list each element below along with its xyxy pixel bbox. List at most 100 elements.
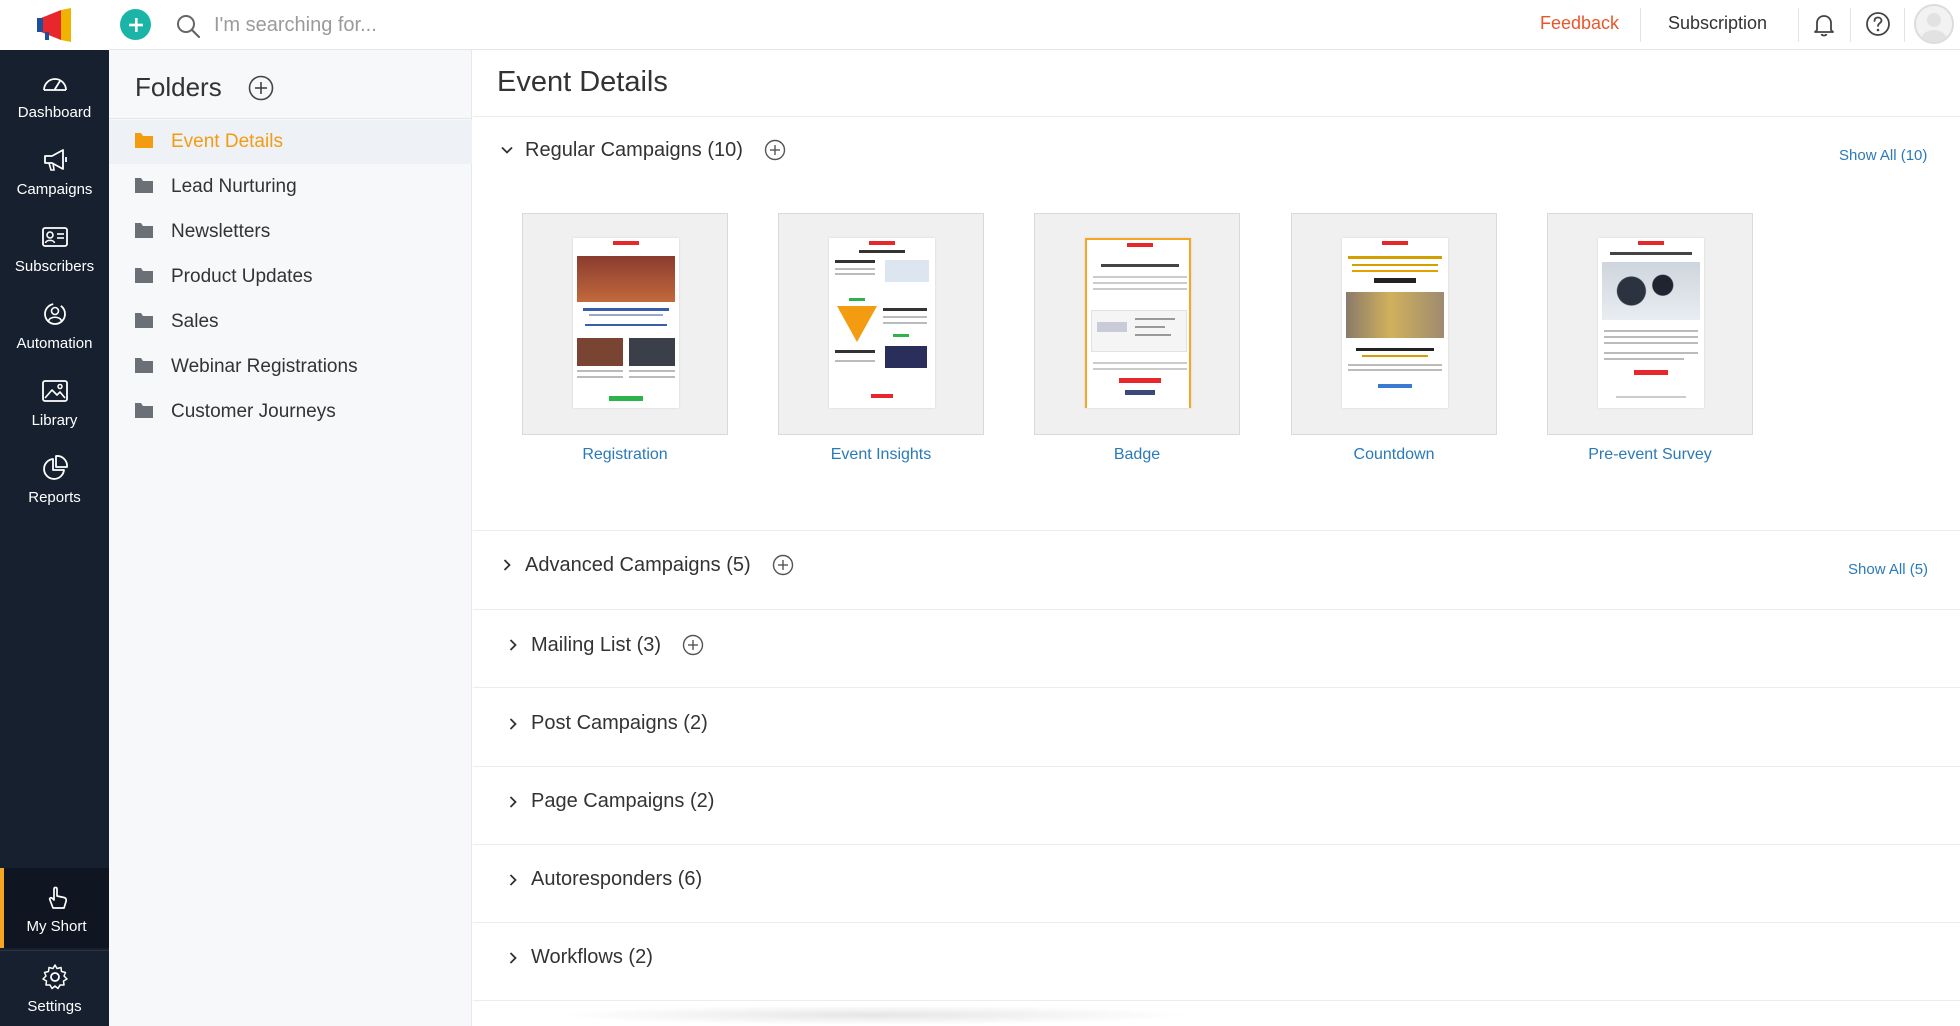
campaign-card-pre-event-survey[interactable] bbox=[1547, 213, 1753, 435]
folder-item-product-updates[interactable]: Product Updates bbox=[109, 255, 472, 299]
scroll-shadow bbox=[553, 1005, 1193, 1025]
folder-item-webinar-registrations[interactable]: Webinar Registrations bbox=[109, 345, 472, 389]
nav-label: Subscribers bbox=[14, 258, 95, 275]
image-icon bbox=[41, 380, 68, 402]
section-label: Post Campaigns (2) bbox=[531, 712, 708, 734]
folder-label: Sales bbox=[171, 311, 219, 332]
chevron-right-icon bbox=[509, 795, 517, 808]
divider bbox=[109, 118, 472, 119]
nav-my-short[interactable]: My Short bbox=[0, 868, 109, 948]
section-header-autoresponders[interactable]: Autoresponders (6) bbox=[505, 868, 702, 891]
divider bbox=[473, 922, 1960, 923]
page-title: Event Details bbox=[497, 66, 668, 98]
template-thumbnail bbox=[1598, 238, 1704, 408]
nav-library[interactable]: Library bbox=[0, 376, 109, 446]
folder-item-sales[interactable]: Sales bbox=[109, 300, 472, 344]
divider bbox=[473, 844, 1960, 845]
folder-icon bbox=[135, 223, 153, 238]
card-label[interactable]: Event Insights bbox=[778, 446, 984, 464]
folder-item-newsletters[interactable]: Newsletters bbox=[109, 210, 472, 254]
divider bbox=[473, 530, 1960, 531]
section-label: Page Campaigns (2) bbox=[531, 790, 715, 812]
folder-item-event-details[interactable]: Event Details bbox=[109, 120, 472, 164]
nav-campaigns[interactable]: Campaigns bbox=[0, 145, 109, 215]
add-campaign-icon[interactable] bbox=[681, 633, 705, 657]
user-avatar[interactable] bbox=[1914, 4, 1954, 44]
folder-icon bbox=[135, 313, 153, 328]
show-all-regular-link[interactable]: Show All (10) bbox=[1839, 147, 1927, 164]
toolbar-divider bbox=[1850, 8, 1851, 42]
card-label[interactable]: Badge bbox=[1034, 446, 1240, 464]
folder-label: Newsletters bbox=[171, 221, 271, 242]
contact-card-icon bbox=[41, 227, 68, 247]
search-input[interactable] bbox=[214, 10, 914, 40]
nav-label: My Short bbox=[26, 917, 87, 935]
folder-item-lead-nurturing[interactable]: Lead Nurturing bbox=[109, 165, 472, 209]
folder-icon bbox=[135, 268, 153, 283]
subscription-link[interactable]: Subscription bbox=[1668, 13, 1767, 34]
help-icon[interactable] bbox=[1864, 10, 1892, 38]
divider bbox=[473, 1000, 1960, 1001]
card-label[interactable]: Pre-event Survey bbox=[1547, 446, 1753, 464]
folder-icon bbox=[135, 178, 153, 193]
nav-label: Campaigns bbox=[16, 181, 93, 198]
section-label: Regular Campaigns (10) bbox=[525, 138, 743, 161]
chevron-right-icon bbox=[509, 873, 517, 886]
section-label: Mailing List (3) bbox=[531, 633, 662, 656]
add-campaign-icon[interactable] bbox=[763, 138, 787, 162]
pointer-hand-icon bbox=[48, 886, 67, 909]
nav-settings[interactable]: Settings bbox=[0, 950, 109, 1026]
left-nav: Dashboard Campaigns Subscribers Automati… bbox=[0, 50, 109, 1026]
card-label[interactable]: Countdown bbox=[1291, 446, 1497, 464]
folder-label: Customer Journeys bbox=[171, 401, 336, 422]
plus-icon bbox=[128, 17, 143, 32]
template-thumbnail bbox=[1342, 238, 1448, 408]
divider bbox=[473, 687, 1960, 688]
campaign-card-registration[interactable] bbox=[522, 213, 728, 435]
feedback-link[interactable]: Feedback bbox=[1540, 13, 1619, 34]
app-logo[interactable] bbox=[0, 0, 109, 50]
add-campaign-icon[interactable] bbox=[771, 553, 795, 577]
bell-icon[interactable] bbox=[1810, 11, 1838, 39]
show-all-advanced-link[interactable]: Show All (5) bbox=[1848, 561, 1928, 578]
toolbar-divider bbox=[1798, 8, 1799, 42]
add-folder-icon[interactable] bbox=[247, 74, 275, 102]
folder-label: Lead Nurturing bbox=[171, 176, 297, 197]
nav-label: Library bbox=[31, 412, 78, 429]
automation-icon bbox=[43, 303, 66, 325]
megaphone-logo-icon bbox=[36, 8, 71, 42]
nav-label: Automation bbox=[16, 335, 93, 352]
chevron-down-icon bbox=[501, 146, 513, 154]
folder-label: Webinar Registrations bbox=[171, 356, 358, 377]
section-label: Advanced Campaigns (5) bbox=[525, 553, 751, 576]
top-bar: Feedback Subscription bbox=[0, 0, 1960, 50]
chevron-right-icon bbox=[509, 639, 517, 651]
card-label[interactable]: Registration bbox=[522, 446, 728, 464]
chevron-right-icon bbox=[509, 951, 517, 964]
nav-dashboard[interactable]: Dashboard bbox=[0, 68, 109, 138]
section-header-post-campaigns[interactable]: Post Campaigns (2) bbox=[505, 712, 708, 735]
nav-subscribers[interactable]: Subscribers bbox=[0, 222, 109, 292]
nav-reports[interactable]: Reports bbox=[0, 453, 109, 523]
section-header-advanced-campaigns[interactable]: Advanced Campaigns (5) bbox=[499, 553, 795, 577]
section-header-regular-campaigns[interactable]: Regular Campaigns (10) bbox=[499, 138, 787, 162]
folder-item-customer-journeys[interactable]: Customer Journeys bbox=[109, 390, 472, 434]
section-header-page-campaigns[interactable]: Page Campaigns (2) bbox=[505, 790, 714, 813]
template-thumbnail bbox=[829, 238, 935, 408]
nav-automation[interactable]: Automation bbox=[0, 299, 109, 369]
campaign-card-event-insights[interactable] bbox=[778, 213, 984, 435]
gear-icon bbox=[41, 964, 68, 990]
nav-label: Dashboard bbox=[17, 104, 92, 121]
section-header-mailing-list[interactable]: Mailing List (3) bbox=[505, 633, 705, 657]
main-content: Event Details Regular Campaigns (10) Sho… bbox=[473, 50, 1960, 1026]
campaign-card-countdown[interactable] bbox=[1291, 213, 1497, 435]
pie-chart-icon bbox=[42, 455, 68, 480]
template-thumbnail bbox=[573, 238, 679, 408]
quick-add-button[interactable] bbox=[120, 9, 151, 40]
section-header-workflows[interactable]: Workflows (2) bbox=[505, 946, 653, 969]
toolbar-divider bbox=[1640, 8, 1641, 42]
campaign-card-badge[interactable] bbox=[1034, 213, 1240, 435]
section-label: Workflows (2) bbox=[531, 946, 653, 968]
divider bbox=[473, 609, 1960, 610]
divider bbox=[473, 766, 1960, 767]
